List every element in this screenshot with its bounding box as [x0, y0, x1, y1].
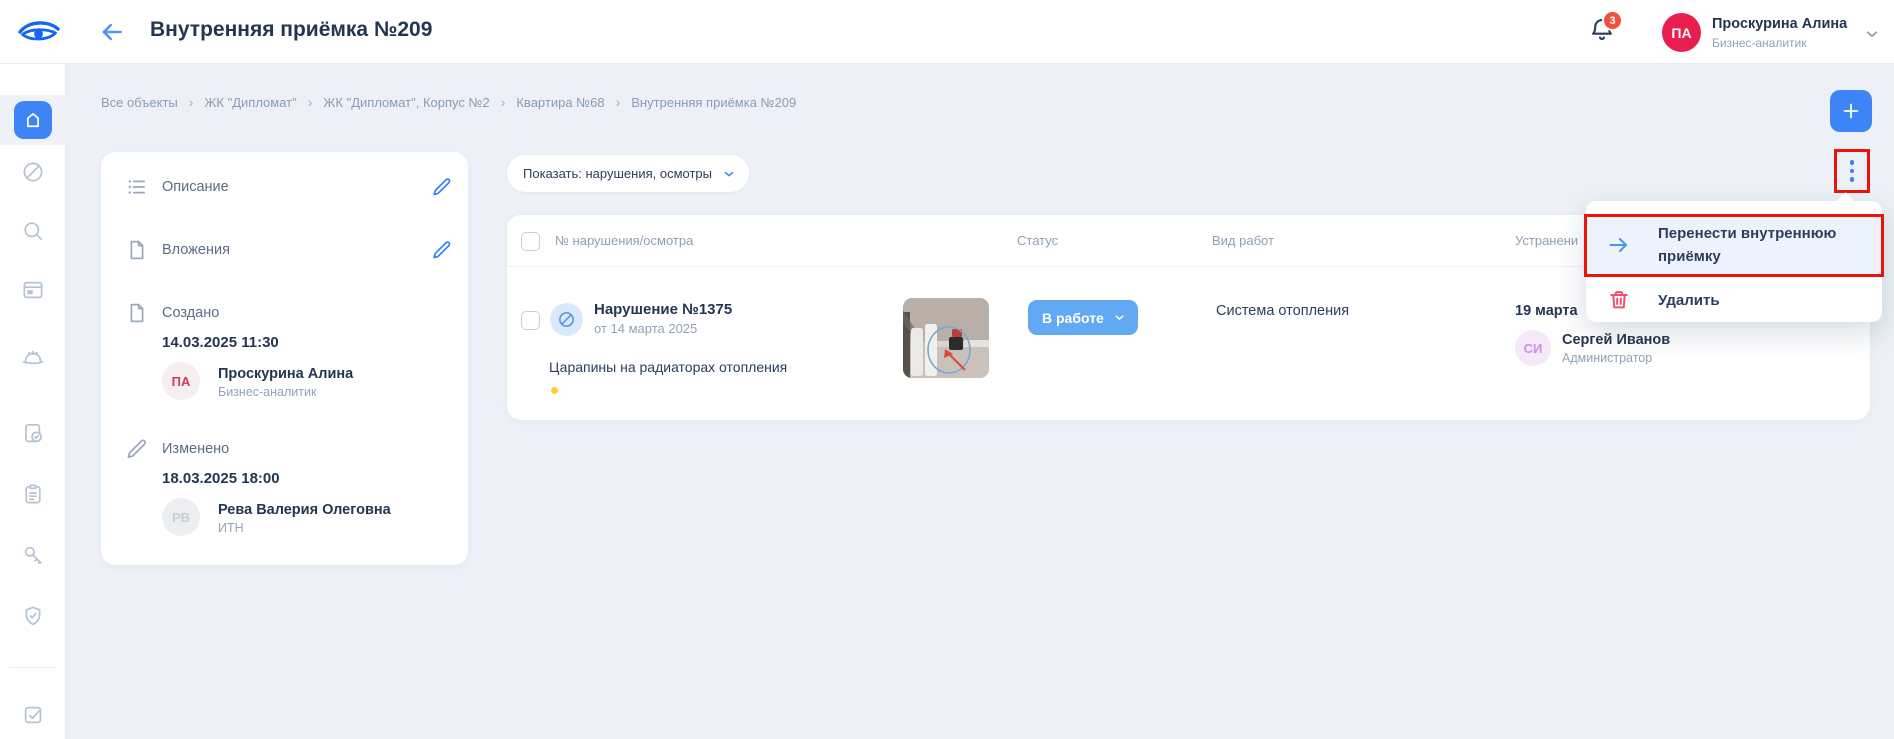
breadcrumb-item[interactable]: ЖК "Дипломат" — [204, 95, 296, 110]
sidebar-item-approvals[interactable] — [21, 703, 45, 727]
breadcrumb-separator: › — [189, 94, 194, 110]
search-icon — [21, 219, 45, 243]
menu-item-transfer-acceptance[interactable]: Перенести внутреннюю приёмку — [1586, 216, 1882, 275]
modified-label: Изменено — [162, 441, 229, 457]
created-user-name: Проскурина Алина — [218, 366, 353, 382]
description-label: Описание — [162, 179, 229, 195]
column-header-status: Статус — [1017, 233, 1058, 248]
context-menu-caret — [1836, 192, 1854, 210]
row-checkbox[interactable] — [521, 311, 540, 330]
add-button[interactable] — [1830, 90, 1872, 132]
user-avatar: ПА — [1662, 13, 1701, 52]
breadcrumb-item[interactable]: Квартира №68 — [516, 95, 604, 110]
modified-user-role: ИТН — [218, 521, 244, 535]
work-type: Система отопления — [1216, 303, 1349, 319]
hard-hat-icon — [21, 346, 45, 370]
sidebar-item-tasks[interactable] — [21, 482, 45, 506]
sidebar-divider — [9, 667, 57, 668]
trash-icon — [1607, 288, 1631, 312]
arrow-right-icon — [1607, 233, 1631, 257]
created-datetime: 14.03.2025 11:30 — [162, 334, 279, 351]
status-label: В работе — [1042, 310, 1104, 326]
shield-check-icon — [21, 604, 45, 628]
breadcrumb-item[interactable]: ЖК "Дипломат", Корпус №2 — [323, 95, 489, 110]
user-role: Бизнес-аналитик — [1712, 36, 1807, 50]
column-header-work-type: Вид работ — [1212, 233, 1274, 248]
arrow-left-icon — [98, 18, 126, 46]
created-user-role: Бизнес-аналитик — [218, 385, 316, 399]
file-icon — [125, 238, 149, 262]
sidebar-item-cards[interactable] — [21, 278, 45, 302]
menu-item-label: Удалить — [1658, 289, 1870, 312]
file-icon — [125, 301, 149, 325]
user-menu[interactable]: ПА Проскурина Алина Бизнес-аналитик — [1660, 12, 1885, 56]
kebab-menu-button[interactable] — [1839, 153, 1865, 189]
breadcrumb-separator: › — [501, 94, 506, 110]
sidebar-item-home[interactable] — [14, 101, 52, 139]
breadcrumb: Все объекты › ЖК "Дипломат" › ЖК "Диплом… — [101, 94, 796, 110]
menu-item-label: Перенести внутреннюю приёмку — [1658, 222, 1870, 268]
assignee-avatar: СИ — [1515, 330, 1551, 366]
column-header-resolution: Устранени — [1515, 233, 1578, 248]
violation-date: от 14 марта 2025 — [594, 321, 697, 336]
column-header-number: № нарушения/осмотра — [555, 233, 693, 248]
sidebar — [0, 64, 66, 739]
eye-logo-icon — [17, 16, 61, 46]
status-dropdown[interactable]: В работе — [1028, 300, 1138, 335]
plus-icon — [1840, 100, 1862, 122]
assignee-role: Администратор — [1562, 351, 1652, 365]
back-button[interactable] — [98, 18, 126, 46]
chevron-down-icon — [722, 167, 736, 181]
breadcrumb-item-current: Внутренняя приёмка №209 — [631, 95, 796, 110]
breadcrumb-separator: › — [308, 94, 313, 110]
page-title: Внутренняя приёмка №209 — [150, 18, 432, 42]
sidebar-item-violations[interactable] — [21, 160, 45, 184]
sidebar-item-access[interactable] — [21, 543, 45, 567]
edit-description-button[interactable] — [431, 176, 453, 198]
chevron-down-icon — [1113, 311, 1126, 324]
created-user-avatar: ПА — [162, 362, 200, 400]
ban-icon — [21, 160, 45, 184]
breadcrumb-item[interactable]: Все объекты — [101, 95, 178, 110]
created-label: Создано — [162, 305, 219, 321]
chevron-down-icon — [1863, 25, 1881, 43]
sidebar-item-search[interactable] — [21, 219, 45, 243]
sidebar-item-security[interactable] — [21, 604, 45, 628]
violation-title[interactable]: Нарушение №1375 — [594, 301, 732, 318]
assignee-name: Сергей Иванов — [1562, 332, 1670, 348]
user-name: Проскурина Алина — [1712, 16, 1847, 32]
notifications-button[interactable]: 3 — [1588, 17, 1620, 49]
filter-dropdown[interactable]: Показать: нарушения, осмотры — [507, 155, 749, 192]
modified-user-name: Рева Валерия Олеговна — [218, 502, 391, 518]
notification-badge: 3 — [1602, 10, 1623, 31]
clipboard-list-icon — [21, 482, 45, 506]
context-menu: Перенести внутреннюю приёмку Удалить — [1586, 201, 1882, 322]
clipboard-check-icon — [21, 421, 45, 445]
pencil-icon — [125, 437, 149, 461]
list-icon — [125, 175, 149, 199]
topbar: Внутренняя приёмка №209 3 ПА Проскурина … — [0, 0, 1894, 64]
check-square-icon — [21, 703, 45, 727]
sidebar-item-inspections[interactable] — [21, 421, 45, 445]
filter-label: Показать: нарушения, осмотры — [523, 166, 712, 181]
breadcrumb-separator: › — [616, 94, 621, 110]
sidebar-item-construction[interactable] — [21, 346, 45, 370]
violation-photo-thumbnail[interactable] — [903, 298, 989, 378]
modified-datetime: 18.03.2025 18:00 — [162, 470, 280, 487]
violation-description: Царапины на радиаторах отопления — [549, 359, 787, 375]
select-all-checkbox[interactable] — [521, 232, 540, 251]
key-icon — [21, 543, 45, 567]
modified-user-avatar: РВ — [162, 498, 200, 536]
app-logo[interactable] — [17, 16, 61, 46]
window-icon — [21, 278, 45, 302]
attachments-label: Вложения — [162, 242, 230, 258]
fix-date: 19 марта — [1515, 303, 1578, 319]
menu-item-delete[interactable]: Удалить — [1586, 283, 1882, 317]
violation-icon — [550, 303, 583, 336]
home-icon — [22, 109, 44, 131]
app-window: Внутренняя приёмка №209 3 ПА Проскурина … — [0, 0, 1894, 739]
edit-attachments-button[interactable] — [431, 239, 453, 261]
comment-indicator-dot — [551, 387, 558, 394]
info-card: Описание Вложения Создано 14.03.2025 11:… — [101, 152, 468, 565]
